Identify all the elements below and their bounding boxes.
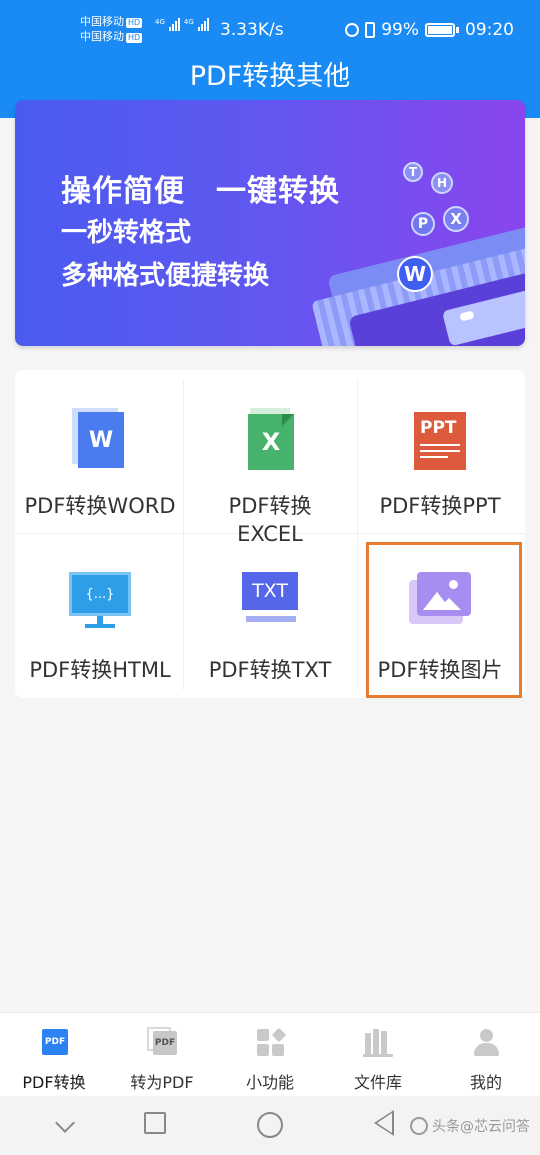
page-title: PDF转换其他 xyxy=(189,61,351,92)
convert-txt-button[interactable]: TXT PDF转换TXT xyxy=(185,534,355,694)
word-doc-icon: W xyxy=(72,408,128,468)
battery-percent: 99% xyxy=(381,20,419,40)
pdf-convert-icon: PDF xyxy=(39,1027,69,1057)
carrier-1: 中国移动 xyxy=(80,15,124,28)
convert-excel-button[interactable]: X PDF转换EXCEL xyxy=(185,370,355,546)
selection-highlight xyxy=(366,542,522,698)
signal-bars-icon xyxy=(168,18,180,31)
watermark: 头条@芯云问答 xyxy=(410,1116,530,1136)
signal-icons: 4G 4G xyxy=(155,18,209,31)
tab-to-pdf-label: 转为PDF xyxy=(130,1073,194,1092)
convert-word-label: PDF转换WORD xyxy=(24,494,176,518)
collapse-chevron-icon[interactable] xyxy=(55,1113,75,1133)
watermark-logo-icon xyxy=(410,1117,428,1135)
convert-html-label: PDF转换HTML xyxy=(29,658,171,682)
to-pdf-icon: PDF xyxy=(147,1027,177,1057)
tab-small-tools-label: 小功能 xyxy=(245,1073,294,1092)
network-type-1: 4G xyxy=(155,18,165,26)
vibrate-icon xyxy=(365,22,376,38)
grid-apps-icon xyxy=(255,1027,287,1057)
convert-txt-label: PDF转换TXT xyxy=(208,658,332,682)
alarm-icon xyxy=(345,23,360,37)
carrier-2: 中国移动 xyxy=(80,30,124,43)
coin-x-icon: X xyxy=(443,206,469,232)
coin-w-icon: W xyxy=(397,256,433,292)
convert-ppt-label: PDF转换PPT xyxy=(379,494,501,518)
tab-mine[interactable]: 我的 xyxy=(432,1013,540,1097)
convert-word-button[interactable]: W PDF转换WORD xyxy=(15,370,185,530)
recents-button[interactable] xyxy=(144,1112,166,1134)
convert-html-button[interactable]: {...} PDF转换HTML xyxy=(15,534,185,694)
network-type-2: 4G xyxy=(183,18,194,26)
tab-file-library[interactable]: 文件库 xyxy=(324,1013,432,1097)
clock-time: 09:20 xyxy=(465,20,514,40)
status-bar: 中国移动 HD 中国移动 HD 4G 4G 3.33K/s 99% 09:20 xyxy=(0,0,540,52)
banner-line-3: 多种格式便捷转换 xyxy=(61,261,270,291)
ppt-doc-icon: PPT xyxy=(412,408,468,470)
battery-tip xyxy=(456,27,459,33)
watermark-text: 头条@芯云问答 xyxy=(432,1119,530,1135)
coin-h-icon: H xyxy=(431,172,453,194)
txt-doc-icon: TXT xyxy=(242,572,298,632)
convert-ppt-button[interactable]: PPT PDF转换PPT xyxy=(355,370,525,530)
tab-to-pdf[interactable]: PDF 转为PDF xyxy=(108,1013,216,1097)
carrier-info: 中国移动 HD 中国移动 HD xyxy=(80,14,143,44)
conversion-grid: W PDF转换WORD X PDF转换EXCEL PPT PDF转换PPT {.… xyxy=(15,370,525,698)
tab-small-tools[interactable]: 小功能 xyxy=(216,1013,324,1097)
signal-bars-icon xyxy=(197,18,209,31)
bottom-tab-bar: PDF PDF转换 PDF 转为PDF 小功能 文件库 我的 xyxy=(0,1012,540,1096)
banner-line-2: 一秒转格式 xyxy=(61,218,192,248)
hd-badge-1: HD xyxy=(126,18,143,28)
tab-mine-label: 我的 xyxy=(469,1073,502,1092)
back-button[interactable] xyxy=(374,1110,394,1136)
tab-pdf-convert[interactable]: PDF PDF转换 xyxy=(0,1013,108,1097)
banner-headline: 操作简便 一键转换 xyxy=(61,174,340,209)
tab-file-library-label: 文件库 xyxy=(353,1073,402,1092)
html-monitor-icon: {...} xyxy=(69,572,131,634)
coin-p-icon: P xyxy=(411,212,435,236)
status-right: 99% 09:20 xyxy=(345,20,514,40)
excel-doc-icon: X xyxy=(242,408,298,470)
network-speed: 3.33K/s xyxy=(220,20,284,40)
hd-badge-2: HD xyxy=(126,33,143,43)
tab-pdf-convert-label: PDF转换 xyxy=(22,1073,86,1092)
promo-banner[interactable]: 操作简便 一键转换 一秒转格式 多种格式便捷转换 T H P X W xyxy=(15,100,525,346)
user-icon xyxy=(471,1027,501,1057)
coin-t-icon: T xyxy=(403,162,423,182)
home-button[interactable] xyxy=(257,1112,283,1138)
library-icon xyxy=(363,1027,393,1057)
system-nav-bar: 头条@芯云问答 xyxy=(0,1096,540,1155)
battery-icon xyxy=(425,23,455,37)
